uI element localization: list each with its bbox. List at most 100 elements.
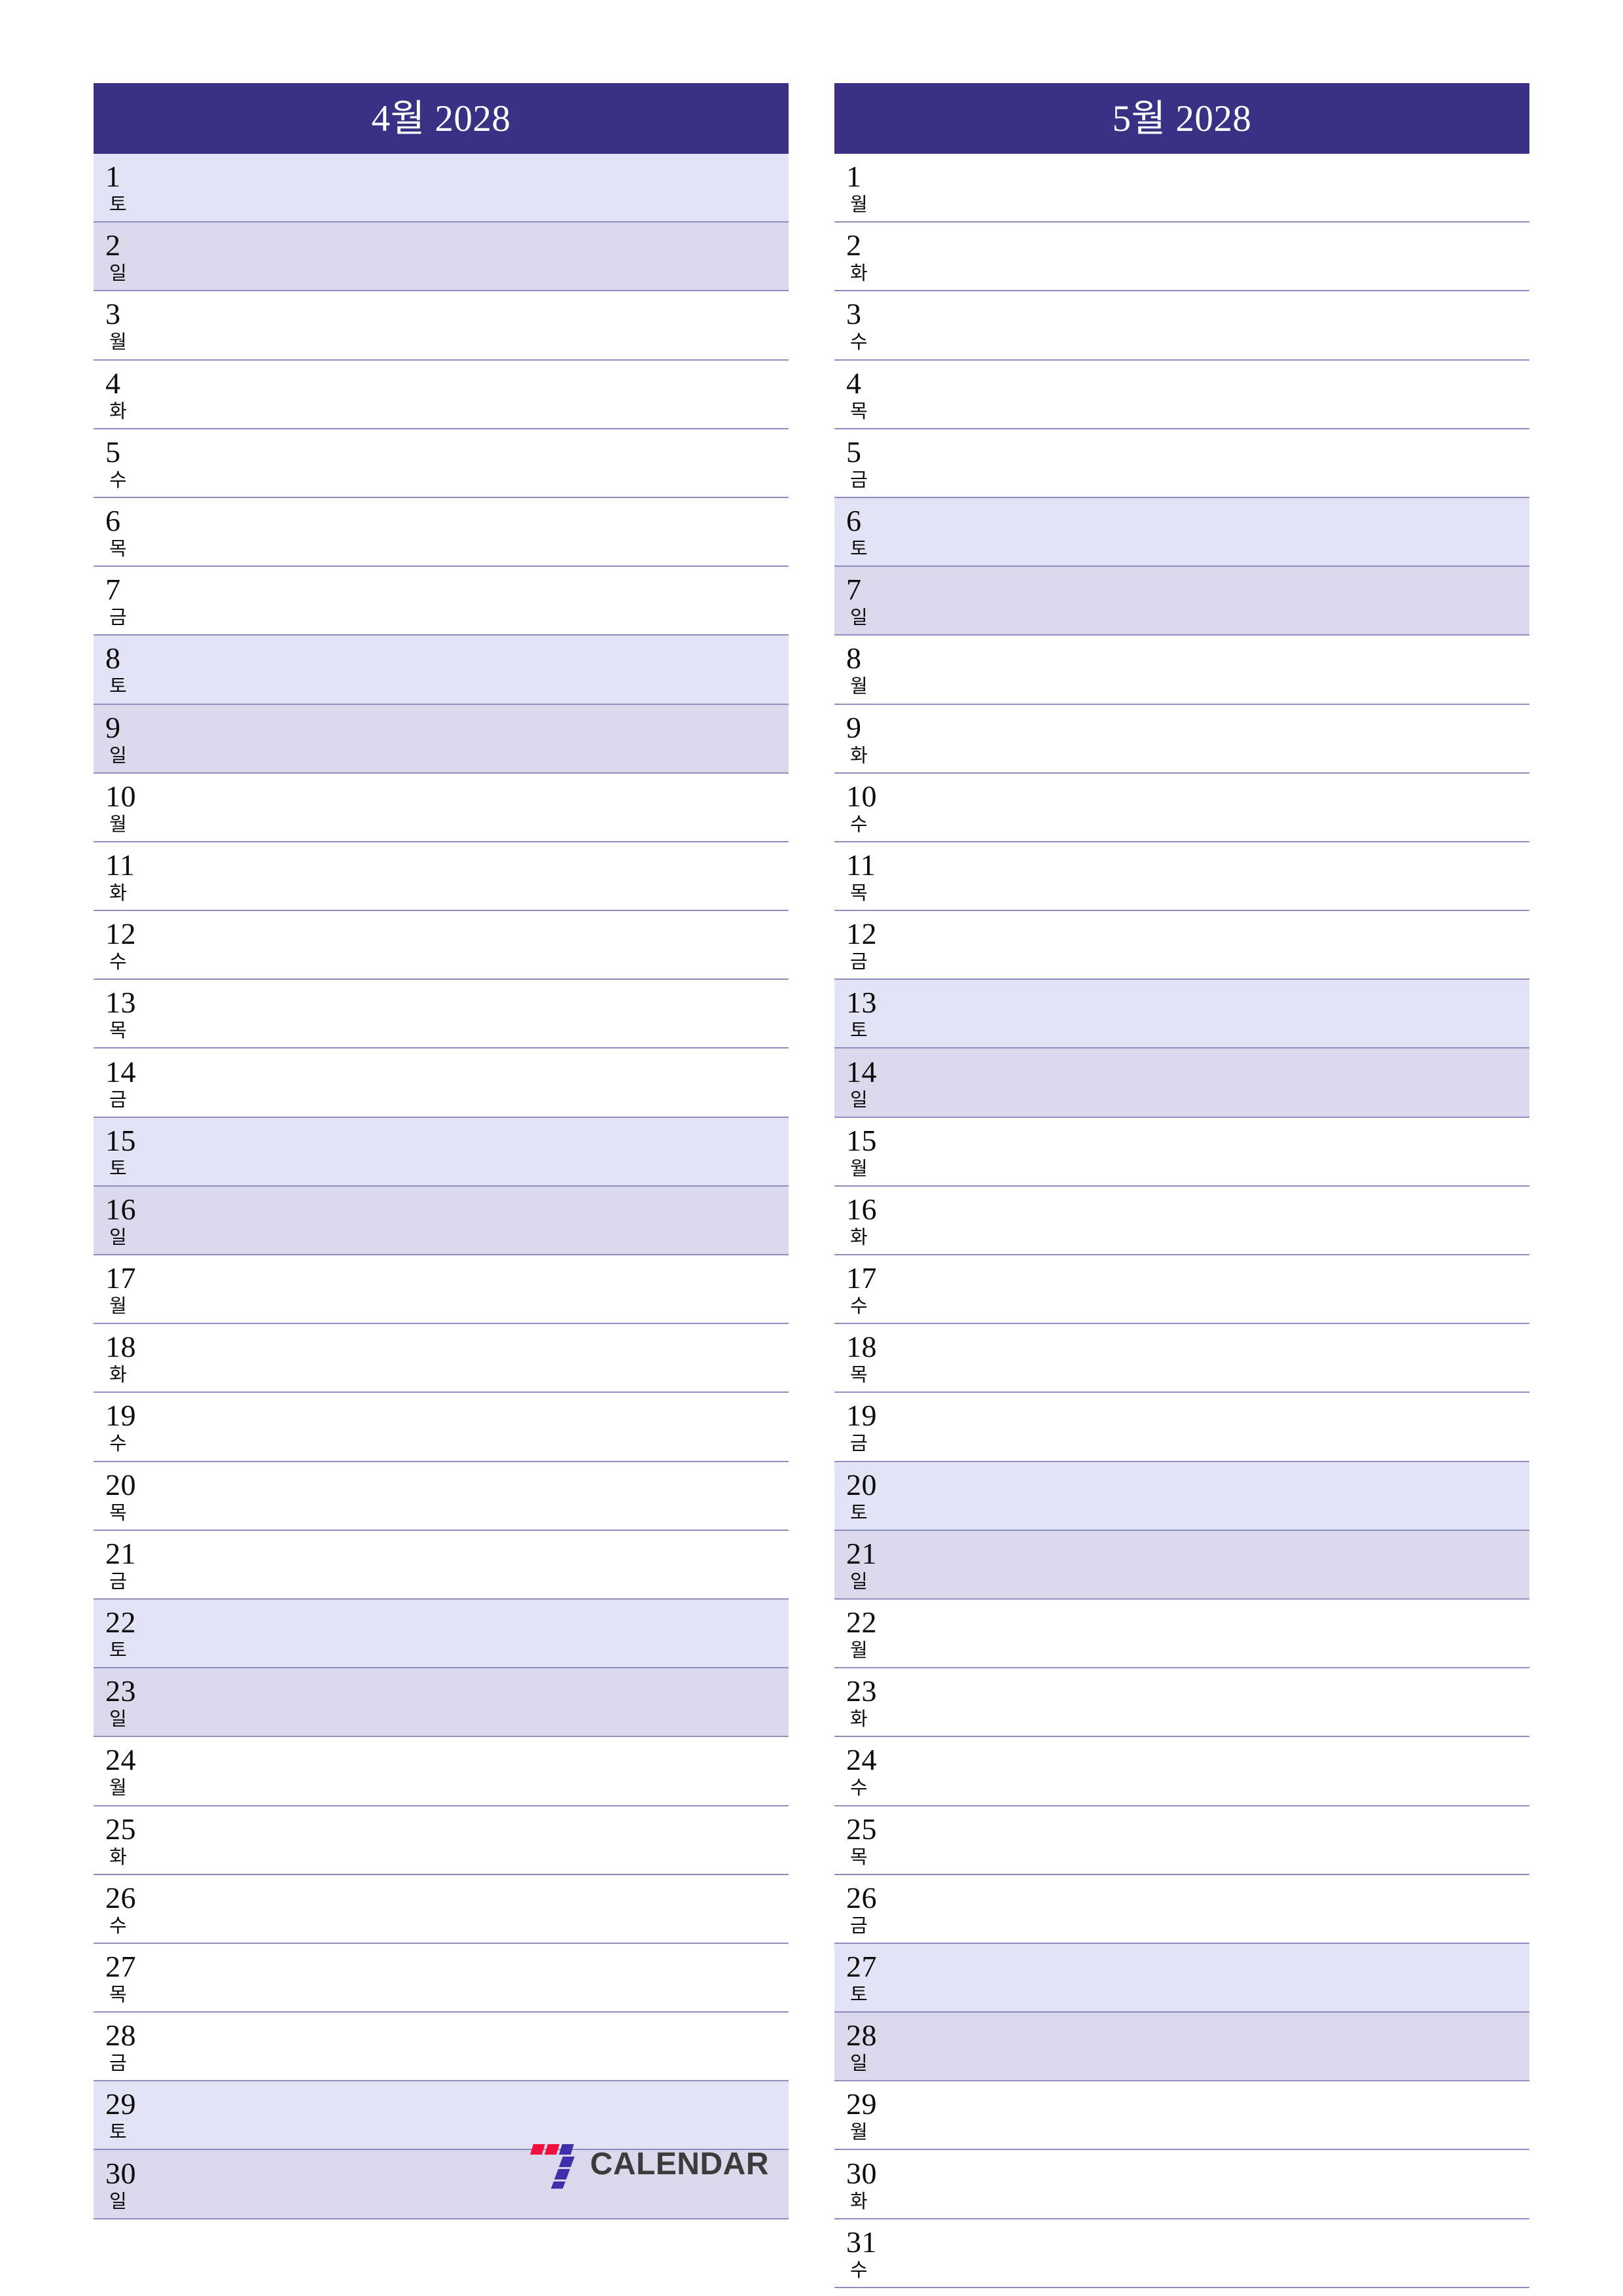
day-row[interactable]: 26 수 <box>94 1874 789 1944</box>
day-row[interactable]: 8월 <box>834 636 1529 705</box>
day-row[interactable]: 6목 <box>94 497 789 567</box>
day-weekday-label: 수 <box>850 1296 868 1318</box>
day-row[interactable]: 22 월 <box>834 1599 1529 1669</box>
day-row[interactable]: 24 수 <box>834 1737 1529 1806</box>
day-weekday-label: 토 <box>109 1640 127 1662</box>
day-row[interactable]: 3월 <box>94 291 789 361</box>
day-row[interactable]: 5수 <box>94 429 789 498</box>
day-row[interactable]: 14 금 <box>94 1049 789 1118</box>
day-weekday-label: 월 <box>850 1640 868 1662</box>
day-row[interactable]: 4목 <box>834 360 1529 429</box>
day-number: 28 <box>105 2018 136 2053</box>
day-row[interactable]: 1토 <box>94 154 789 223</box>
day-row[interactable]: 30 화 <box>834 2150 1529 2219</box>
day-row[interactable]: 19 수 <box>94 1393 789 1462</box>
day-row[interactable]: 27 토 <box>834 1943 1529 2013</box>
day-weekday-label: 토 <box>109 194 127 216</box>
day-weekday-label: 월 <box>850 2122 868 2144</box>
day-number: 18 <box>846 1330 877 1364</box>
day-row[interactable]: 23 일 <box>94 1668 789 1738</box>
day-row[interactable]: 14 일 <box>834 1049 1529 1118</box>
day-number: 23 <box>105 1674 136 1708</box>
day-weekday-label: 금 <box>109 1089 127 1111</box>
day-row[interactable]: 6토 <box>834 497 1529 567</box>
day-row[interactable]: 16 일 <box>94 1186 789 1255</box>
day-weekday-label: 일 <box>109 263 127 285</box>
day-number: 30 <box>846 2156 877 2190</box>
day-number: 8 <box>105 641 121 675</box>
day-row[interactable]: 12 수 <box>94 911 789 980</box>
day-row[interactable]: 26 금 <box>834 1874 1529 1944</box>
day-number: 14 <box>846 1054 877 1088</box>
day-weekday-label: 목 <box>109 1984 127 2005</box>
day-weekday-label: 화 <box>109 401 127 422</box>
day-row[interactable]: 2일 <box>94 223 789 292</box>
day-weekday-label: 일 <box>850 2053 868 2075</box>
day-row[interactable]: 8토 <box>94 636 789 705</box>
day-row[interactable]: 24 월 <box>94 1737 789 1806</box>
day-number: 21 <box>846 1536 877 1570</box>
day-number: 15 <box>105 1123 136 1157</box>
day-row[interactable]: 21 일 <box>834 1530 1529 1600</box>
day-number: 28 <box>846 2018 877 2053</box>
day-row[interactable]: 20 토 <box>834 1462 1529 1531</box>
day-row[interactable]: 18 목 <box>834 1324 1529 1393</box>
day-row[interactable]: 5금 <box>834 429 1529 498</box>
day-number: 16 <box>105 1192 136 1226</box>
day-row[interactable]: 9일 <box>94 704 789 774</box>
day-number: 7 <box>846 573 862 607</box>
day-number: 21 <box>105 1536 136 1570</box>
day-weekday-label: 일 <box>850 1571 868 1592</box>
day-row[interactable]: 9화 <box>834 704 1529 774</box>
day-number: 13 <box>105 986 136 1020</box>
day-weekday-label: 토 <box>109 1158 127 1179</box>
day-weekday-label: 금 <box>850 952 868 973</box>
day-row[interactable]: 19 금 <box>834 1393 1529 1462</box>
day-weekday-label: 목 <box>109 539 127 560</box>
day-weekday-label: 금 <box>109 607 127 629</box>
day-row[interactable]: 2화 <box>834 223 1529 292</box>
day-weekday-label: 토 <box>850 1502 868 1524</box>
day-row[interactable]: 25 목 <box>834 1806 1529 1875</box>
day-row[interactable]: 27 목 <box>94 1943 789 2013</box>
day-number: 13 <box>846 986 877 1020</box>
day-weekday-label: 일 <box>850 1089 868 1111</box>
day-row[interactable]: 21 금 <box>94 1530 789 1600</box>
day-row[interactable]: 20 목 <box>94 1462 789 1531</box>
day-row[interactable]: 15 월 <box>834 1117 1529 1187</box>
day-row[interactable]: 17 월 <box>94 1255 789 1325</box>
day-weekday-label: 수 <box>109 1915 127 1937</box>
day-row[interactable]: 16 화 <box>834 1186 1529 1255</box>
day-row[interactable]: 17 수 <box>834 1255 1529 1325</box>
day-row[interactable]: 11 목 <box>834 842 1529 912</box>
day-row[interactable]: 15 토 <box>94 1117 789 1187</box>
day-row[interactable]: 12 금 <box>834 911 1529 980</box>
day-row[interactable]: 4화 <box>94 360 789 429</box>
day-weekday-label: 목 <box>850 401 868 422</box>
day-row[interactable]: 13 목 <box>94 980 789 1049</box>
day-row[interactable]: 23 화 <box>834 1668 1529 1738</box>
day-row[interactable]: 7금 <box>94 567 789 636</box>
day-weekday-label: 수 <box>109 952 127 973</box>
day-row[interactable]: 28 금 <box>94 2013 789 2082</box>
day-row[interactable]: 1월 <box>834 154 1529 223</box>
day-number: 20 <box>105 1467 136 1501</box>
day-row[interactable]: 28 일 <box>834 2013 1529 2082</box>
day-row[interactable]: 31 수 <box>834 2219 1529 2288</box>
day-row[interactable]: 3수 <box>834 291 1529 361</box>
day-row[interactable]: 29 월 <box>834 2081 1529 2151</box>
day-weekday-label: 일 <box>109 2191 127 2212</box>
day-number: 31 <box>846 2225 877 2259</box>
day-number: 17 <box>105 1261 136 1295</box>
day-row[interactable]: 10 월 <box>94 773 789 842</box>
day-row[interactable]: 18 화 <box>94 1324 789 1393</box>
day-weekday-label: 금 <box>850 1915 868 1937</box>
day-row[interactable]: 11 화 <box>94 842 789 912</box>
day-number: 9 <box>846 710 862 744</box>
day-row[interactable]: 22 토 <box>94 1599 789 1669</box>
day-row[interactable]: 25 화 <box>94 1806 789 1875</box>
day-row[interactable]: 10 수 <box>834 773 1529 842</box>
month-column-may: 5월 2028 1 월 2 화 3 수 4 목 5 금 6 토 7 일 8 월 9 화 10 수 11 목 12 금 13 토 14… <box>834 83 1529 2288</box>
day-row[interactable]: 7일 <box>834 567 1529 636</box>
day-row[interactable]: 13 토 <box>834 980 1529 1049</box>
